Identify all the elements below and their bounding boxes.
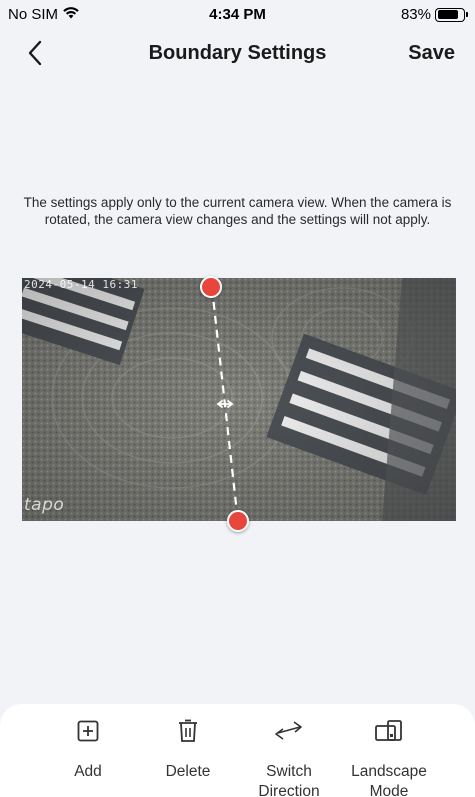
add-button[interactable]: Add	[43, 716, 133, 782]
battery-percent: 83%	[400, 6, 431, 23]
bottom-toolbar: Add Delete Switch Direction Landscape Mo…	[0, 704, 475, 797]
add-label: Add	[74, 763, 102, 780]
delete-label: Delete	[165, 763, 211, 780]
battery-icon	[435, 7, 468, 22]
camera-view[interactable]: 2024-05-14 16:31 tapo	[22, 278, 456, 521]
status-bar: No SIM 4:34 PM 83%	[0, 0, 475, 28]
boundary-handle-top[interactable]	[200, 276, 222, 298]
camera-image	[22, 278, 456, 521]
landscape-mode-icon	[375, 720, 402, 741]
delete-button[interactable]: Delete	[143, 716, 233, 782]
page-title: Boundary Settings	[148, 42, 327, 64]
add-icon	[77, 720, 99, 742]
boundary-handle-bottom[interactable]	[227, 510, 249, 532]
nav-bar: Boundary Settings Save	[0, 30, 475, 76]
landscape-mode-button[interactable]: Landscape Mode	[344, 716, 434, 797]
landscape-mode-label: Landscape Mode	[351, 763, 427, 797]
trash-icon	[179, 719, 197, 742]
tapo-watermark: tapo	[24, 495, 65, 515]
battery-fill	[437, 10, 459, 19]
switch-direction-label: Switch Direction	[258, 763, 320, 797]
save-button[interactable]: Save	[408, 42, 455, 65]
switch-direction-button[interactable]: Switch Direction	[244, 716, 334, 797]
info-text: The settings apply only to the current c…	[23, 195, 452, 227]
switch-direction-icon	[275, 721, 302, 740]
status-right: 83%	[400, 6, 468, 23]
camera-timestamp: 2024-05-14 16:31	[24, 278, 138, 291]
